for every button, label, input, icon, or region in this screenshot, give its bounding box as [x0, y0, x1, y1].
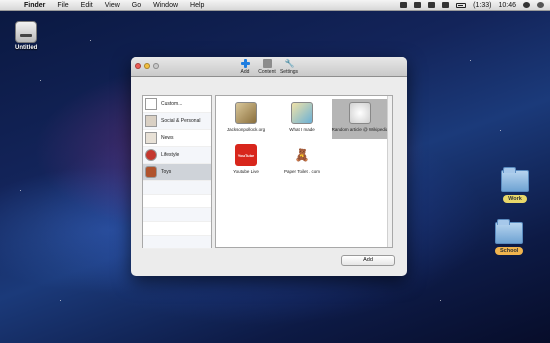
sidebar-item-label: News: [161, 135, 174, 141]
star: [90, 40, 91, 41]
sidebar-empty-row: [143, 181, 211, 195]
window-titlebar: Add Content 🔧 Settings: [131, 57, 407, 77]
toys-grid: Jacksonpollock.org What I made Random ar…: [215, 95, 393, 248]
star: [470, 60, 471, 61]
wikipedia-thumb: [349, 102, 371, 124]
menubar: Finder File Edit View Go Window Help (1:…: [0, 0, 550, 11]
grid-item-label: What I made: [289, 127, 315, 132]
wifi-icon[interactable]: [428, 2, 436, 8]
sidebar-item-news[interactable]: News: [143, 130, 211, 147]
sidebar-item-custom[interactable]: Custom...: [143, 96, 211, 113]
custom-thumb: [145, 98, 157, 110]
tab-add[interactable]: Add: [234, 59, 256, 75]
preferences-window: Add Content 🔧 Settings Custom... Social …: [131, 57, 407, 276]
tab-content[interactable]: Content: [256, 59, 278, 75]
star: [500, 130, 501, 131]
volume-icon[interactable]: [442, 2, 450, 8]
menu-file[interactable]: File: [51, 0, 74, 11]
category-sidebar: Custom... Social & Personal News Lifesty…: [142, 95, 212, 250]
grid-item-wikipedia[interactable]: Random article @ Wikipedia: [332, 99, 388, 139]
time-machine-icon[interactable]: [414, 2, 422, 8]
sidebar-item-label: Toys: [161, 169, 172, 175]
star: [60, 300, 61, 301]
clock[interactable]: 10:46: [498, 2, 516, 9]
plus-icon: [240, 59, 250, 68]
youtube-thumb: YouTube: [235, 144, 257, 166]
untitled-drive[interactable]: Untitled: [15, 21, 37, 51]
sidebar-item-social[interactable]: Social & Personal: [143, 113, 211, 130]
star: [440, 300, 441, 301]
toys-thumb: [145, 166, 157, 178]
window-controls: [135, 63, 159, 69]
social-thumb: [145, 115, 157, 127]
tab-settings-label: Settings: [279, 69, 299, 75]
paper-toilet-thumb: 🧸: [294, 148, 310, 162]
grid-item-jacksonpollock[interactable]: Jacksonpollock.org: [218, 99, 274, 139]
grid-item-paper-toilet[interactable]: 🧸 Paper Toilet . com: [274, 141, 330, 181]
star: [20, 190, 21, 191]
hard-drive-icon: [15, 21, 38, 43]
jacksonpollock-thumb: [235, 102, 257, 124]
battery-icon[interactable]: [456, 2, 467, 8]
grid-item-label: Random article @ Wikipedia: [331, 127, 389, 132]
menu-help[interactable]: Help: [184, 0, 210, 11]
work-label: Work: [503, 195, 527, 203]
user-icon[interactable]: [523, 2, 530, 8]
sidebar-item-toys[interactable]: Toys: [143, 164, 211, 181]
grid-item-youtube-live[interactable]: YouTube Youtube Live: [218, 141, 274, 181]
school-label: School: [495, 247, 524, 255]
star: [40, 80, 41, 81]
grid-item-label: Jacksonpollock.org: [226, 127, 266, 132]
close-button[interactable]: [135, 63, 141, 69]
sidebar-item-lifestyle[interactable]: Lifestyle: [143, 147, 211, 164]
lifestyle-thumb: [145, 149, 157, 161]
school-folder[interactable]: School: [495, 219, 524, 255]
minimize-button[interactable]: [144, 63, 150, 69]
sidebar-empty-row: [143, 222, 211, 236]
menu-view[interactable]: View: [99, 0, 126, 11]
grid-item-label: Youtube Live: [233, 169, 259, 174]
sidebar-item-label: Lifestyle: [161, 152, 180, 158]
content-icon: [262, 59, 272, 68]
menu-window[interactable]: Window: [147, 0, 184, 11]
news-thumb: [145, 132, 157, 144]
tab-add-label: Add: [240, 69, 250, 75]
menu-finder[interactable]: Finder: [18, 0, 51, 11]
sidebar-empty-row: [143, 235, 211, 250]
what-i-made-thumb: [291, 102, 313, 124]
wrench-icon: 🔧: [284, 59, 295, 68]
menubar-extras: (1:33) 10:46: [400, 2, 550, 9]
sidebar-empty-row: [143, 195, 211, 209]
spotlight-icon[interactable]: [537, 2, 544, 8]
vertical-scrollbar[interactable]: [387, 96, 392, 247]
untitled-label: Untitled: [15, 45, 38, 51]
zoom-button[interactable]: [153, 63, 159, 69]
battery-time: (1:33): [473, 1, 492, 9]
folder-icon: [501, 167, 529, 192]
work-folder[interactable]: Work: [501, 167, 529, 203]
add-button[interactable]: Add: [341, 255, 395, 266]
tab-content-label: Content: [258, 69, 276, 75]
sidebar-item-label: Custom...: [161, 101, 183, 107]
sidebar-item-label: Social & Personal: [161, 118, 201, 124]
menu-edit[interactable]: Edit: [75, 0, 99, 11]
tab-settings[interactable]: 🔧 Settings: [278, 59, 300, 75]
grid-item-what-i-made[interactable]: What I made: [274, 99, 330, 139]
grid-item-label: Paper Toilet . com: [284, 169, 320, 174]
toolbar-tabs: Add Content 🔧 Settings: [234, 59, 300, 75]
menu-go[interactable]: Go: [126, 0, 147, 11]
sidebar-empty-row: [143, 208, 211, 223]
status-menu-icon[interactable]: [400, 2, 408, 8]
folder-icon: [495, 219, 524, 244]
